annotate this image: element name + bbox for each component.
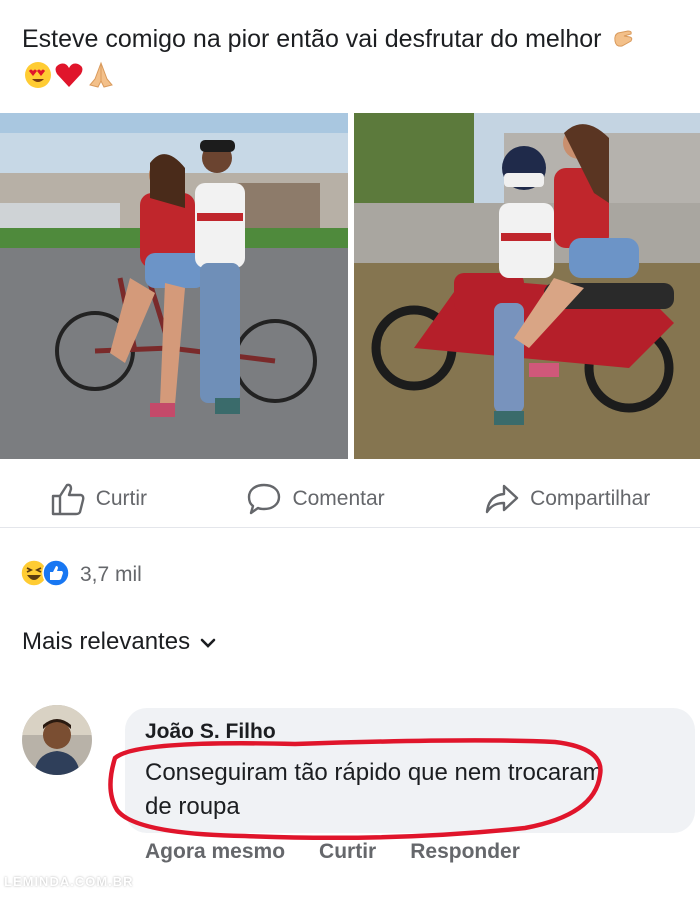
photo-motorcycle[interactable] xyxy=(354,113,700,459)
comment-meta: Agora mesmo Curtir Responder xyxy=(145,840,520,864)
comment-timestamp: Agora mesmo xyxy=(145,840,286,863)
thumbs-up-icon xyxy=(50,482,86,516)
reaction-count: 3,7 mil xyxy=(80,563,142,586)
post-actions-bar: Curtir Comentar Compartilhar xyxy=(0,470,700,528)
comment-label: Comentar xyxy=(292,486,385,510)
comments-filter-dropdown[interactable]: Mais relevantes xyxy=(22,628,216,656)
watermark: LEMINDA.COM.BR xyxy=(4,874,134,889)
share-arrow-icon xyxy=(484,482,520,516)
post-photos[interactable] xyxy=(0,113,700,459)
reactions-summary[interactable]: 3,7 mil xyxy=(20,558,142,592)
comment-icon xyxy=(246,482,282,516)
comment-button[interactable]: Comentar xyxy=(246,482,385,516)
chevron-down-icon xyxy=(200,628,216,656)
photo-bicycle[interactable] xyxy=(0,113,348,459)
like-label: Curtir xyxy=(95,486,148,510)
post-text: Esteve comigo na pior então vai desfruta… xyxy=(22,25,602,53)
comment-reply-button[interactable]: Responder xyxy=(410,840,520,864)
post-caption: Esteve comigo na pior então vai desfruta… xyxy=(22,22,662,98)
comments-filter-label: Mais relevantes xyxy=(22,628,191,655)
avatar[interactable] xyxy=(22,705,92,775)
comment-text: Conseguiram tão rápido que nem trocaram … xyxy=(145,759,603,820)
share-label: Compartilhar xyxy=(530,486,651,510)
heart-eyes-emoji xyxy=(24,61,52,98)
like-reaction-icon xyxy=(42,558,70,592)
share-button[interactable]: Compartilhar xyxy=(484,482,650,516)
comment-author[interactable]: João S. Filho xyxy=(145,720,276,744)
red-heart-emoji xyxy=(54,61,84,98)
folded-hands-emoji xyxy=(86,61,116,98)
comment-bubble: João S. Filho Conseguiram tão rápido que… xyxy=(125,708,695,833)
comment-like-button[interactable]: Curtir xyxy=(319,840,376,864)
call-me-hand-emoji xyxy=(610,25,636,60)
like-button[interactable]: Curtir xyxy=(50,482,147,516)
